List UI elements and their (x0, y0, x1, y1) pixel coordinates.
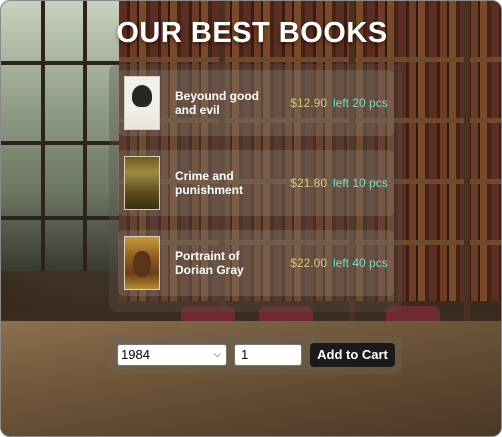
app-frame: OUR BEST BOOKS Beyound good and evil $12… (0, 0, 502, 437)
book-stock: left 20 pcs (333, 96, 388, 110)
book-card[interactable]: Portraint of Dorian Gray $22.00 left 40 … (118, 230, 394, 296)
book-cover-portrait-icon (124, 236, 160, 290)
book-card[interactable]: Crime and punishment $21.80 left 10 pcs (118, 150, 394, 216)
order-controls: 1984 ⌵ 1 Add to Cart (109, 336, 402, 374)
book-select[interactable]: 1984 ⌵ (117, 344, 227, 366)
book-cover-icon (124, 156, 160, 210)
book-card[interactable]: Beyound good and evil $12.90 left 20 pcs (118, 70, 394, 136)
book-select-value: 1984 (121, 347, 150, 362)
book-title: Beyound good and evil (175, 89, 259, 117)
book-list: Beyound good and evil $12.90 left 20 pcs… (109, 64, 402, 312)
quantity-input[interactable]: 1 (234, 344, 302, 366)
book-stock: left 40 pcs (333, 256, 388, 270)
book-stock: left 10 pcs (333, 176, 388, 190)
book-price: $21.80 (290, 176, 327, 190)
book-title: Portraint of Dorian Gray (175, 249, 244, 277)
add-to-cart-button[interactable]: Add to Cart (310, 343, 395, 367)
book-price: $12.90 (290, 96, 327, 110)
book-cover-portrait-icon (124, 76, 160, 130)
chevron-down-icon: ⌵ (213, 349, 221, 360)
page-title: OUR BEST BOOKS (116, 17, 388, 49)
book-title: Crime and punishment (175, 169, 243, 197)
book-price: $22.00 (290, 256, 327, 270)
